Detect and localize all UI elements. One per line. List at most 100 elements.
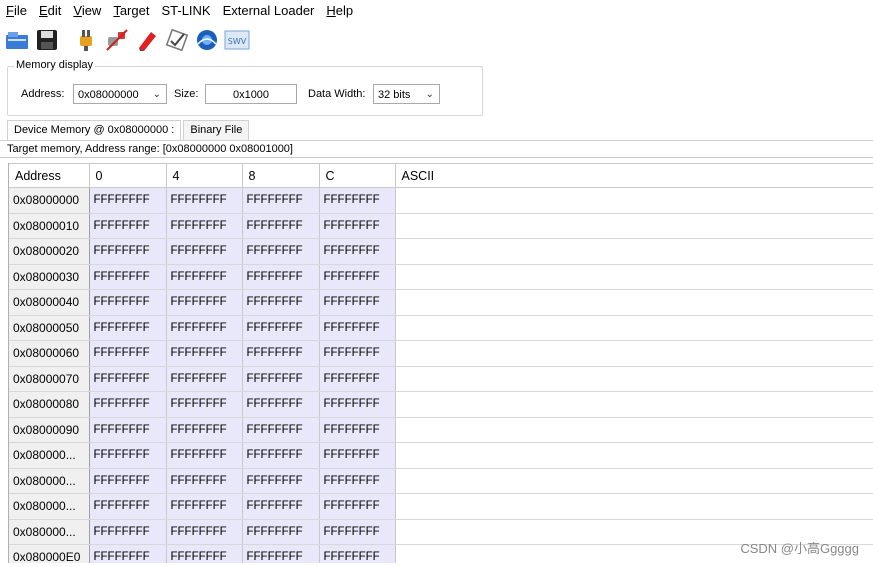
tab-binary-file[interactable]: Binary File xyxy=(183,120,250,140)
open-file-icon[interactable] xyxy=(4,27,30,53)
memory-cell[interactable]: FFFFFFFF xyxy=(319,289,396,316)
column-header-c[interactable]: C xyxy=(319,163,396,188)
memory-cell[interactable]: FFFFFFFF xyxy=(89,213,167,239)
menu-item-6[interactable]: Help xyxy=(320,0,359,22)
memory-cell[interactable]: FFFFFFFF xyxy=(166,468,243,494)
memory-cell[interactable]: FFFFFFFF xyxy=(166,213,243,239)
memory-cell[interactable]: FFFFFFFF xyxy=(166,391,243,418)
table-row[interactable]: 0x08000090 FFFFFFFF FFFFFFFF FFFFFFFF FFFFFF… xyxy=(9,417,873,443)
column-header-ascii[interactable]: ASCII xyxy=(395,163,873,188)
connect-plug-icon[interactable] xyxy=(74,27,100,53)
memory-cell[interactable]: FFFFFFFF xyxy=(89,289,167,316)
memory-table[interactable]: Address 0 4 8 C ASCII 0x08000000 FFFFFFFF… xyxy=(8,163,873,563)
memory-cell[interactable]: FFFFFFFF xyxy=(319,468,396,494)
size-input[interactable]: 0x1000 xyxy=(205,84,297,104)
mcu-core-icon[interactable] xyxy=(194,27,220,53)
memory-cell[interactable]: FFFFFFFF xyxy=(242,238,320,265)
erase-pen-icon[interactable] xyxy=(134,27,160,53)
memory-cell[interactable]: FFFFFFFF xyxy=(166,340,243,367)
memory-cell[interactable]: FFFFFFFF xyxy=(242,519,320,545)
memory-cell[interactable]: FFFFFFFF xyxy=(166,187,243,214)
table-row[interactable]: 0x080000... FFFFFFFF FFFFFFFF FFFFFFFF FFFFF… xyxy=(9,468,873,494)
memory-cell[interactable]: FFFFFFFF xyxy=(242,366,320,392)
memory-cell[interactable]: FFFFFFFF xyxy=(166,366,243,392)
memory-cell[interactable]: FFFFFFFF xyxy=(242,289,320,316)
memory-cell[interactable]: FFFFFFFF xyxy=(89,366,167,392)
memory-cell[interactable]: FFFFFFFF xyxy=(319,340,396,367)
memory-cell[interactable]: FFFFFFFF xyxy=(166,417,243,443)
column-header-4[interactable]: 4 xyxy=(166,163,243,188)
memory-cell[interactable]: FFFFFFFF xyxy=(166,493,243,520)
memory-cell[interactable]: FFFFFFFF xyxy=(89,391,167,418)
memory-cell[interactable]: FFFFFFFF xyxy=(319,544,396,563)
program-verify-icon[interactable] xyxy=(164,27,190,53)
memory-cell[interactable]: FFFFFFFF xyxy=(242,264,320,290)
table-row[interactable]: 0x08000000 FFFFFFFF FFFFFFFF FFFFFFFF FFFFFF… xyxy=(9,187,873,214)
memory-cell[interactable]: FFFFFFFF xyxy=(89,468,167,494)
memory-cell[interactable]: FFFFFFFF xyxy=(166,519,243,545)
memory-cell[interactable]: FFFFFFFF xyxy=(166,238,243,265)
memory-cell[interactable]: FFFFFFFF xyxy=(166,289,243,316)
memory-cell[interactable]: FFFFFFFF xyxy=(319,442,396,469)
column-header-0[interactable]: 0 xyxy=(89,163,167,188)
memory-cell[interactable]: FFFFFFFF xyxy=(89,544,167,563)
table-row[interactable]: 0x08000050 FFFFFFFF FFFFFFFF FFFFFFFF FFFFFF… xyxy=(9,315,873,341)
memory-cell[interactable]: FFFFFFFF xyxy=(166,264,243,290)
table-row[interactable]: 0x08000020 FFFFFFFF FFFFFFFF FFFFFFFF FFFFFF… xyxy=(9,238,873,265)
chevron-down-icon[interactable]: ⌄ xyxy=(426,85,434,105)
address-combobox[interactable]: 0x08000000 ⌄ xyxy=(73,84,167,104)
chevron-down-icon[interactable]: ⌄ xyxy=(153,85,161,105)
save-icon[interactable] xyxy=(34,27,60,53)
memory-cell[interactable]: FFFFFFFF xyxy=(166,315,243,341)
swv-icon[interactable]: SWV xyxy=(224,27,250,53)
memory-cell[interactable]: FFFFFFFF xyxy=(242,213,320,239)
table-row[interactable]: 0x08000010 FFFFFFFF FFFFFFFF FFFFFFFF FFFFFF… xyxy=(9,213,873,239)
menu-item-4[interactable]: ST-LINK xyxy=(155,0,216,22)
memory-cell[interactable]: FFFFFFFF xyxy=(89,315,167,341)
table-row[interactable]: 0x08000040 FFFFFFFF FFFFFFFF FFFFFFFF FFFFFF… xyxy=(9,289,873,316)
table-row[interactable]: 0x08000030 FFFFFFFF FFFFFFFF FFFFFFFF FFFFFF… xyxy=(9,264,873,290)
table-row[interactable]: 0x080000... FFFFFFFF FFFFFFFF FFFFFFFF FFFFF… xyxy=(9,442,873,469)
column-header-address[interactable]: Address xyxy=(9,163,90,188)
memory-cell[interactable]: FFFFFFFF xyxy=(319,391,396,418)
disconnect-plug-icon[interactable] xyxy=(104,27,130,53)
memory-cell[interactable]: FFFFFFFF xyxy=(319,187,396,214)
table-row[interactable]: 0x080000... FFFFFFFF FFFFFFFF FFFFFFFF FFFFF… xyxy=(9,493,873,520)
menu-item-2[interactable]: View xyxy=(67,0,107,22)
memory-cell[interactable]: FFFFFFFF xyxy=(166,544,243,563)
memory-cell[interactable]: FFFFFFFF xyxy=(166,442,243,469)
memory-cell[interactable]: FFFFFFFF xyxy=(242,417,320,443)
table-row[interactable]: 0x08000070 FFFFFFFF FFFFFFFF FFFFFFFF FFFFFF… xyxy=(9,366,873,392)
data-width-select[interactable]: 32 bits ⌄ xyxy=(373,84,440,104)
menu-item-1[interactable]: Edit xyxy=(33,0,67,22)
memory-cell[interactable]: FFFFFFFF xyxy=(89,493,167,520)
memory-cell[interactable]: FFFFFFFF xyxy=(242,468,320,494)
memory-cell[interactable]: FFFFFFFF xyxy=(242,315,320,341)
tab-device-memory[interactable]: Device Memory @ 0x08000000 : xyxy=(7,120,182,141)
table-row[interactable]: 0x08000080 FFFFFFFF FFFFFFFF FFFFFFFF FFFFFF… xyxy=(9,391,873,418)
menu-item-5[interactable]: External Loader xyxy=(217,0,321,22)
memory-cell[interactable]: FFFFFFFF xyxy=(319,417,396,443)
memory-cell[interactable]: FFFFFFFF xyxy=(242,340,320,367)
memory-cell[interactable]: FFFFFFFF xyxy=(319,519,396,545)
memory-cell[interactable]: FFFFFFFF xyxy=(89,238,167,265)
memory-cell[interactable]: FFFFFFFF xyxy=(242,442,320,469)
memory-cell[interactable]: FFFFFFFF xyxy=(319,238,396,265)
memory-cell[interactable]: FFFFFFFF xyxy=(89,187,167,214)
memory-cell[interactable]: FFFFFFFF xyxy=(242,493,320,520)
memory-cell[interactable]: FFFFFFFF xyxy=(89,442,167,469)
memory-cell[interactable]: FFFFFFFF xyxy=(319,315,396,341)
memory-cell[interactable]: FFFFFFFF xyxy=(319,493,396,520)
memory-cell[interactable]: FFFFFFFF xyxy=(89,417,167,443)
menu-item-0[interactable]: File xyxy=(0,0,33,22)
memory-cell[interactable]: FFFFFFFF xyxy=(242,391,320,418)
memory-cell[interactable]: FFFFFFFF xyxy=(242,544,320,563)
table-row[interactable]: 0x08000060 FFFFFFFF FFFFFFFF FFFFFFFF FFFFFF… xyxy=(9,340,873,367)
memory-cell[interactable]: FFFFFFFF xyxy=(319,264,396,290)
memory-cell[interactable]: FFFFFFFF xyxy=(319,213,396,239)
column-header-8[interactable]: 8 xyxy=(242,163,320,188)
memory-cell[interactable]: FFFFFFFF xyxy=(242,187,320,214)
memory-cell[interactable]: FFFFFFFF xyxy=(89,264,167,290)
menu-item-3[interactable]: Target xyxy=(107,0,155,22)
memory-cell[interactable]: FFFFFFFF xyxy=(319,366,396,392)
